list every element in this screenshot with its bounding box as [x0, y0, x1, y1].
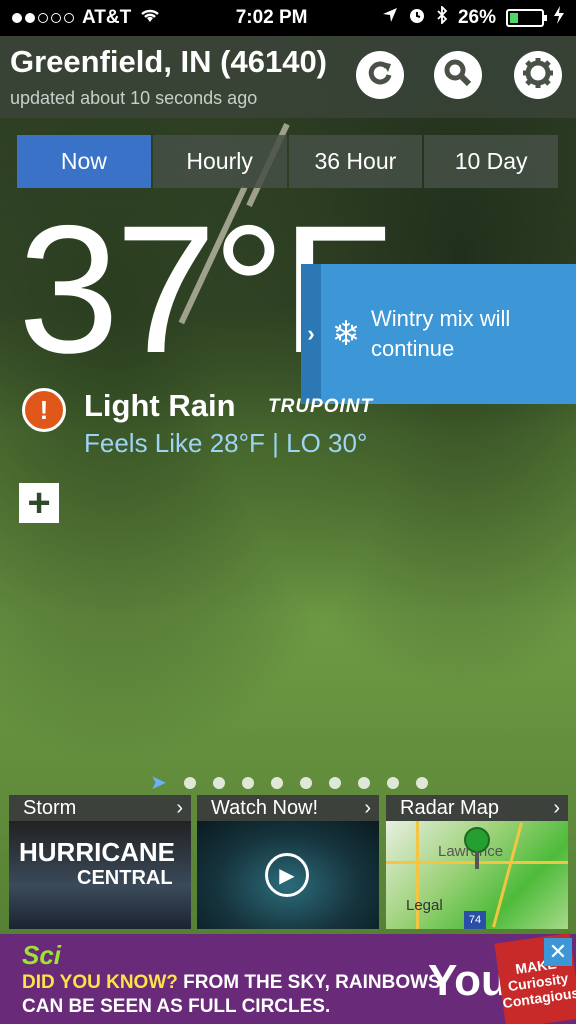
radar-map-thumbnail: Lawrence Legal 74 [386, 821, 568, 929]
map-pin-icon [464, 827, 490, 853]
status-left: AT&T [12, 7, 161, 29]
charging-icon [554, 6, 564, 30]
card-title-bar: Watch Now! › [197, 795, 379, 821]
location-header: Greenfield, IN (46140) updated about 10 … [0, 36, 576, 118]
signal-strength-icon [12, 13, 74, 23]
page-dot[interactable] [415, 776, 428, 789]
video-thumbnail: ▶ [197, 821, 379, 929]
page-dot[interactable] [328, 776, 341, 789]
storm-card[interactable]: Storm › HURRICANE CENTRAL [9, 795, 191, 929]
location-title[interactable]: Greenfield, IN (46140) [10, 44, 327, 80]
updated-text: updated about 10 seconds ago [10, 88, 258, 108]
storm-card-title: Storm [23, 796, 77, 819]
sci-logo: Sci [22, 940, 62, 970]
page-dot[interactable] [270, 776, 283, 789]
search-icon [443, 58, 473, 93]
gear-icon [521, 56, 555, 95]
condition-text: Light Rain [84, 388, 236, 423]
alert-message: Wintry mix will continue [371, 306, 511, 361]
radar-map-card-title: Radar Map [400, 796, 499, 819]
page-dot[interactable] [212, 776, 225, 789]
page-indicator: ➤ [150, 770, 428, 795]
tab-hourly[interactable]: Hourly [152, 135, 287, 188]
hurricane-central-logo: HURRICANE CENTRAL [19, 837, 175, 889]
tab-10-day[interactable]: 10 Day [424, 135, 558, 188]
alarm-icon [408, 6, 426, 30]
battery-percent: 26% [457, 7, 496, 28]
exclamation-icon: ! [22, 388, 66, 432]
trupoint-logo: TRUPOINT [268, 396, 374, 417]
page-dot[interactable] [386, 776, 399, 789]
bluetooth-icon [436, 4, 448, 30]
map-legal-link[interactable]: Legal [406, 897, 443, 914]
search-button[interactable] [434, 51, 482, 99]
location-page-icon: ➤ [150, 772, 167, 794]
page-dot[interactable] [183, 776, 196, 789]
carrier-label: AT&T [82, 7, 132, 28]
radar-map-card[interactable]: Radar Map › Lawrence Legal 74 [386, 795, 568, 929]
card-title-bar: Radar Map › [386, 795, 568, 821]
chevron-right-icon: › [364, 796, 371, 819]
alert-panel[interactable]: › ❄ Wintry mix will continue [301, 264, 576, 404]
highway-shield: 74 [464, 911, 486, 929]
watch-now-card-title: Watch Now! [211, 796, 319, 819]
ad-line-2: CAN BE SEEN AS FULL CIRCLES. [22, 996, 331, 1017]
tab-now[interactable]: Now [17, 135, 151, 188]
ad-you-text: You [428, 956, 508, 1005]
ad-line-1: DID YOU KNOW? FROM THE SKY, RAINBOWS [22, 972, 441, 993]
forecast-tabs: Now Hourly 36 Hour 10 Day [17, 135, 558, 188]
location-arrow-icon [382, 7, 398, 29]
status-right: 26% [382, 4, 564, 30]
settings-button[interactable] [514, 51, 562, 99]
snowflake-icon: ❄ [331, 315, 361, 353]
add-button[interactable]: + [19, 483, 59, 523]
play-icon[interactable]: ▶ [265, 853, 309, 897]
page-dot[interactable] [299, 776, 312, 789]
page-dot[interactable] [357, 776, 370, 789]
close-ad-button[interactable]: ✕ [544, 938, 572, 966]
chevron-right-icon[interactable]: › [301, 264, 321, 404]
battery-icon [506, 9, 547, 27]
clock: 7:02 PM [235, 7, 308, 28]
page-dot[interactable] [241, 776, 254, 789]
alert-indicator[interactable]: ! [22, 388, 66, 432]
ad-banner[interactable]: Sci DID YOU KNOW? FROM THE SKY, RAINBOWS… [0, 933, 576, 1024]
card-title-bar: Storm › [9, 795, 191, 821]
refresh-button[interactable] [356, 51, 404, 99]
tab-36-hour[interactable]: 36 Hour [288, 135, 423, 188]
chevron-right-icon: › [553, 796, 560, 819]
refresh-icon [365, 58, 395, 93]
wifi-icon [139, 7, 161, 29]
feels-like-text: Feels Like 28°F | LO 30° [84, 428, 368, 458]
status-bar: AT&T 7:02 PM 26% [0, 0, 576, 36]
storm-card-image: HURRICANE CENTRAL [9, 821, 191, 929]
watch-now-card[interactable]: Watch Now! › ▶ [197, 795, 379, 929]
chevron-right-icon: › [176, 796, 183, 819]
